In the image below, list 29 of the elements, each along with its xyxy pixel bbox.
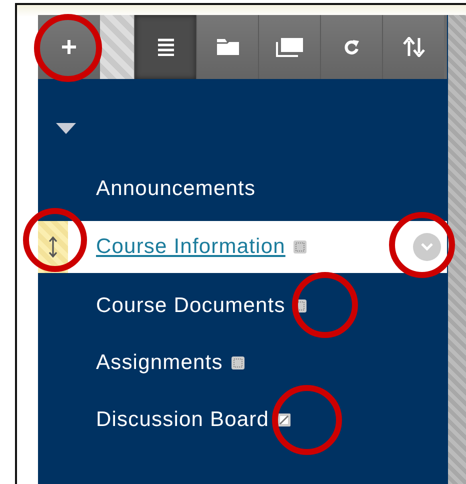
refresh-icon [344,38,360,56]
highlight-circle [292,272,358,338]
selected-row[interactable]: Course Information [38,221,447,273]
menu-link[interactable]: Course Documents [96,294,286,318]
hidden-status-icon [293,240,308,254]
highlight-circle [23,208,87,272]
highlight-circle [272,385,342,455]
refresh-button[interactable] [320,15,382,79]
list-icon [158,38,174,56]
sort-button[interactable] [382,15,444,79]
menu-link[interactable]: Course Information [96,235,286,259]
highlight-circle [34,14,102,82]
highlight-circle [389,212,455,278]
collapse-triangle-icon[interactable] [56,123,76,135]
menu-link[interactable]: Discussion Board [96,408,270,432]
windows-button[interactable] [258,15,320,79]
chevron-down-icon [421,243,433,251]
toolbar-spacer [100,15,134,79]
folder-icon [216,39,238,55]
sort-icon [402,37,424,57]
menu-link[interactable]: Assignments [96,350,223,374]
windows-icon [276,37,304,57]
plus-icon [60,38,78,56]
hidden-status-icon [230,356,245,370]
list-view-button[interactable] [134,15,196,79]
folder-button[interactable] [196,15,258,79]
up-down-arrow-icon [48,236,58,258]
menu-link[interactable]: Announcements [96,176,256,200]
unavailable-status-icon [277,412,292,426]
